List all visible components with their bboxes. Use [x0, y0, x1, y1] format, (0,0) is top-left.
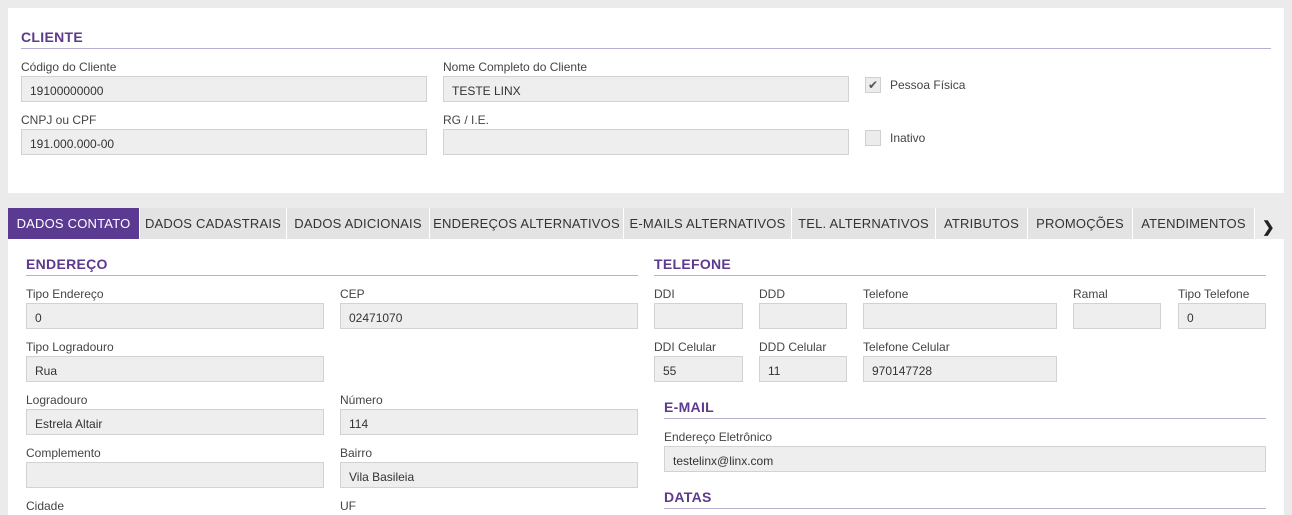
tab-dados-adicionais[interactable]: DADOS ADICIONAIS	[287, 208, 430, 239]
client-panel: CLIENTE Código do Cliente 19100000000 No…	[8, 8, 1284, 193]
logradouro-label: Logradouro	[26, 393, 88, 407]
ddd-field[interactable]	[759, 303, 847, 329]
ddi-celular-label: DDI Celular	[654, 340, 717, 354]
complemento-field[interactable]	[26, 462, 324, 488]
ddd-celular-label: DDD Celular	[759, 340, 827, 354]
ddi-label: DDI	[654, 287, 675, 301]
inativo-label: Inativo	[890, 131, 926, 145]
bairro-label: Bairro	[340, 446, 373, 460]
cliente-section-title: CLIENTE	[21, 29, 83, 45]
cnpj-cpf-field[interactable]: 191.000.000-00	[21, 129, 427, 155]
inativo-checkbox[interactable]	[865, 130, 881, 146]
tab-dados-contato[interactable]: DADOS CONTATO	[8, 208, 140, 239]
datas-section-title: DATAS	[664, 489, 712, 505]
nome-cliente-label: Nome Completo do Cliente	[443, 60, 588, 74]
tab-emails-alternativos[interactable]: E-MAILS ALTERNATIVOS	[624, 208, 792, 239]
logradouro-field[interactable]: Estrela Altair	[26, 409, 324, 435]
ddd-label: DDD	[759, 287, 785, 301]
bairro-field[interactable]: Vila Basileia	[340, 462, 638, 488]
email-field[interactable]: testelinx@linx.com	[664, 446, 1266, 472]
rg-ie-field[interactable]	[443, 129, 849, 155]
tab-enderecos-alternativos[interactable]: ENDEREÇOS ALTERNATIVOS	[430, 208, 624, 239]
ddi-celular-field[interactable]: 55	[654, 356, 743, 382]
rg-ie-label: RG / I.E.	[443, 113, 490, 127]
numero-label: Número	[340, 393, 383, 407]
tipo-logradouro-label: Tipo Logradouro	[26, 340, 114, 354]
tab-dados-cadastrais[interactable]: DADOS CADASTRAIS	[140, 208, 287, 239]
ramal-label: Ramal	[1073, 287, 1108, 301]
tab-tel-alternativos[interactable]: TEL. ALTERNATIVOS	[792, 208, 936, 239]
telefone-field[interactable]	[863, 303, 1057, 329]
codigo-cliente-label: Código do Cliente	[21, 60, 117, 74]
nome-cliente-field[interactable]: TESTE LINX	[443, 76, 849, 102]
pessoa-fisica-checkbox[interactable]: ✔	[865, 77, 881, 93]
cep-field[interactable]: 02471070	[340, 303, 638, 329]
telefone-label: Telefone	[863, 287, 909, 301]
codigo-cliente-field[interactable]: 19100000000	[21, 76, 427, 102]
dados-contato-panel: ENDEREÇO Tipo Endereço 0 CEP 02471070 Ti…	[8, 239, 1284, 515]
endereco-section-title: ENDEREÇO	[26, 256, 108, 272]
tab-promocoes[interactable]: PROMOÇÕES	[1028, 208, 1133, 239]
tipo-endereco-label: Tipo Endereço	[26, 287, 104, 301]
cidade-label: Cidade	[26, 499, 65, 513]
numero-field[interactable]: 114	[340, 409, 638, 435]
tipo-telefone-label: Tipo Telefone	[1178, 287, 1250, 301]
telefone-celular-label: Telefone Celular	[863, 340, 950, 354]
complemento-label: Complemento	[26, 446, 101, 460]
endereco-section-divider	[26, 275, 638, 276]
datas-section-divider	[664, 508, 1266, 509]
tipo-endereco-field[interactable]: 0	[26, 303, 324, 329]
email-label: Endereço Eletrônico	[664, 430, 773, 444]
telefone-section-title: TELEFONE	[654, 256, 732, 272]
ddd-celular-field[interactable]: 11	[759, 356, 847, 382]
tab-atributos[interactable]: ATRIBUTOS	[936, 208, 1028, 239]
ramal-field[interactable]	[1073, 303, 1161, 329]
tab-atendimentos[interactable]: ATENDIMENTOS	[1133, 208, 1255, 239]
pessoa-fisica-label: Pessoa Física	[890, 78, 966, 92]
ddi-field[interactable]	[654, 303, 743, 329]
cnpj-cpf-label: CNPJ ou CPF	[21, 113, 97, 127]
uf-label: UF	[340, 499, 356, 513]
chevron-right-icon[interactable]: ❯	[1262, 218, 1275, 236]
cliente-section-divider	[21, 48, 1271, 49]
check-icon: ✔	[867, 78, 879, 92]
tipo-logradouro-field[interactable]: Rua	[26, 356, 324, 382]
tipo-telefone-field[interactable]: 0	[1178, 303, 1266, 329]
email-section-title: E-MAIL	[664, 399, 715, 415]
email-section-divider	[664, 418, 1266, 419]
telefone-section-divider	[654, 275, 1266, 276]
telefone-celular-field[interactable]: 970147728	[863, 356, 1057, 382]
cep-label: CEP	[340, 287, 365, 301]
